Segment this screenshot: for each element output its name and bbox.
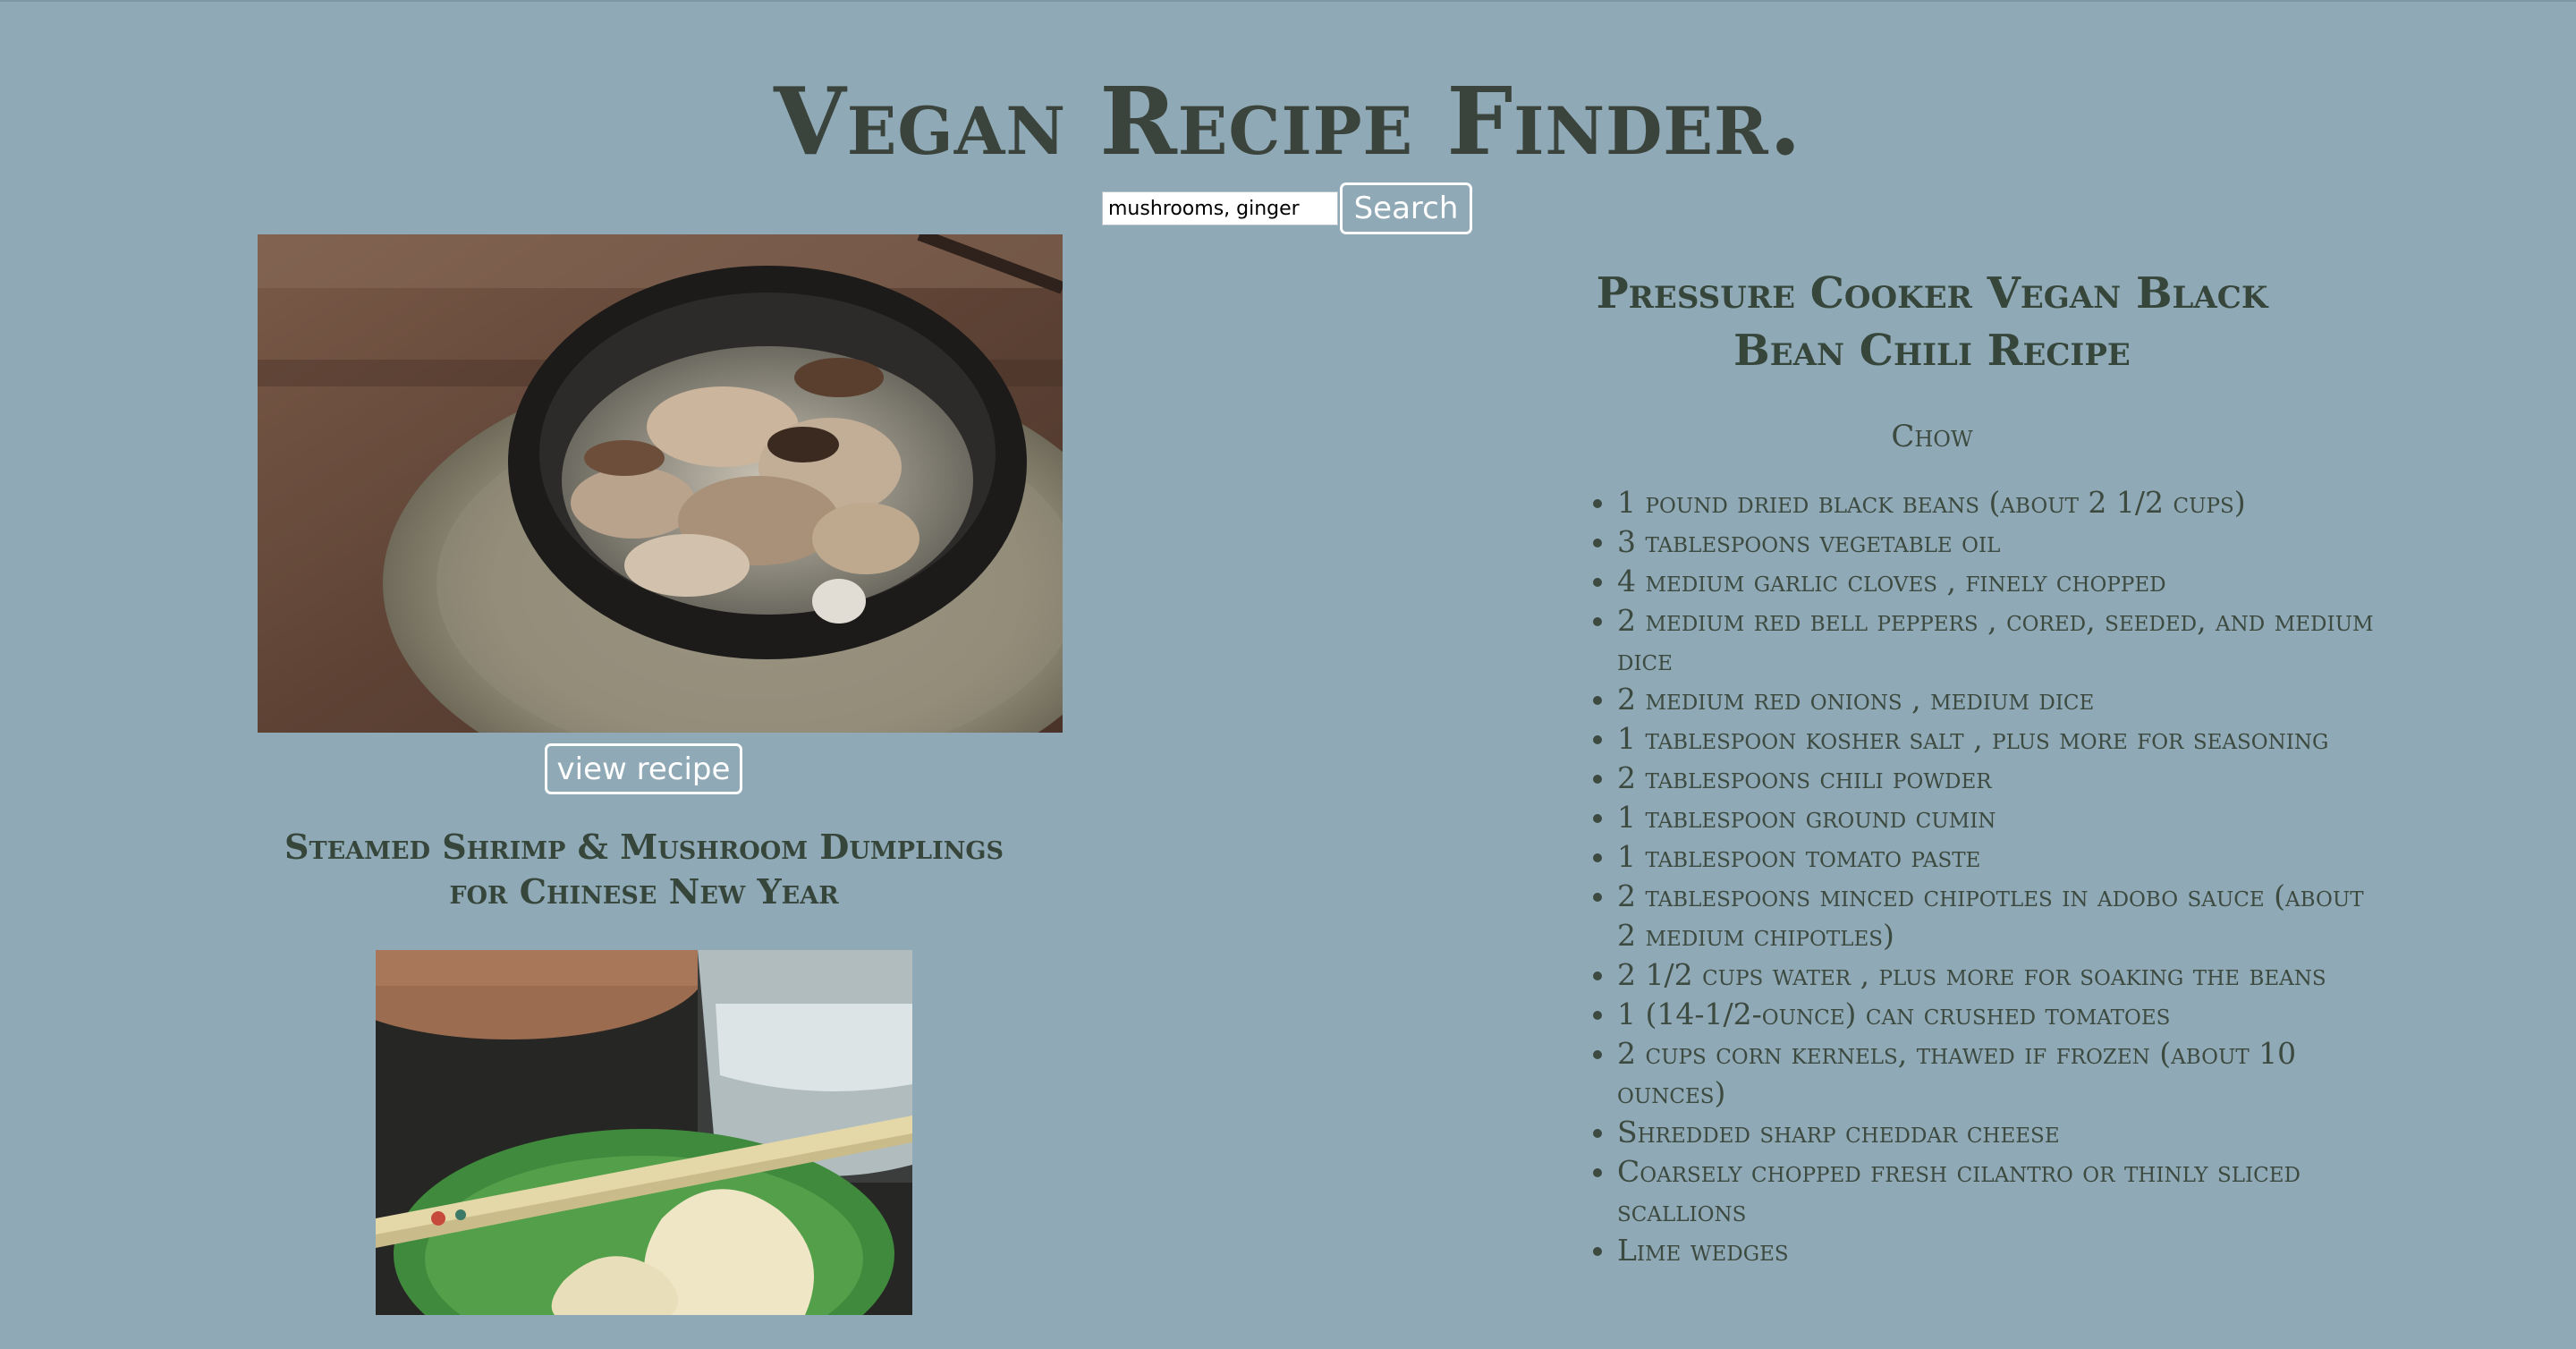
ingredient-item: 3 tablespoons vegetable oil [1617, 522, 2377, 562]
ingredient-item: 2 tablespoons chili powder [1617, 759, 2377, 798]
recipe-title: Steamed Shrimp & Mushroom Dumplings for … [284, 827, 1004, 912]
ingredient-item: 2 tablespoons minced chipotles in adobo … [1617, 877, 2377, 955]
ingredient-item: 1 tablespoon kosher salt , plus more for… [1617, 719, 2377, 759]
detail-recipe-title: Pressure Cooker Vegan Black Bean Chili R… [1596, 268, 2268, 376]
search-bar: Search [1102, 182, 1472, 234]
view-recipe-button[interactable]: view recipe [545, 743, 742, 794]
ingredient-item: 4 medium garlic cloves , finely chopped [1617, 562, 2377, 601]
ingredient-item: Coarsely chopped fresh cilantro or thinl… [1617, 1152, 2377, 1231]
ingredient-item: 2 medium red onions , medium dice [1617, 680, 2377, 719]
ingredient-item: 2 medium red bell peppers , cored, seede… [1617, 601, 2377, 680]
top-border [0, 0, 2576, 2]
ingredient-item: 2 cups corn kernels, thawed if frozen (a… [1617, 1034, 2377, 1113]
recipe-image-dumplings [376, 950, 912, 1315]
search-input[interactable] [1102, 191, 1338, 225]
ingredient-item: 1 (14-1/2-ounce) can crushed tomatoes [1617, 995, 2377, 1034]
ingredient-item: 2 1/2 cups water , plus more for soaking… [1617, 955, 2377, 995]
ingredients-list: 1 pound dried black beans (about 2 1/2 c… [1572, 483, 2377, 1270]
page-title: Vegan Recipe Finder. [774, 66, 1802, 176]
search-button[interactable]: Search [1340, 182, 1472, 234]
ingredient-item: Shredded sharp cheddar cheese [1617, 1113, 2377, 1152]
recipe-image-mushroom-soup [258, 234, 1063, 733]
ingredient-item: 1 tablespoon tomato paste [1617, 837, 2377, 877]
ingredient-item: 1 pound dried black beans (about 2 1/2 c… [1617, 483, 2377, 522]
recipe-source: Chow [1891, 419, 1973, 454]
ingredient-item: 1 tablespoon ground cumin [1617, 798, 2377, 837]
ingredient-item: Lime wedges [1617, 1231, 2377, 1270]
